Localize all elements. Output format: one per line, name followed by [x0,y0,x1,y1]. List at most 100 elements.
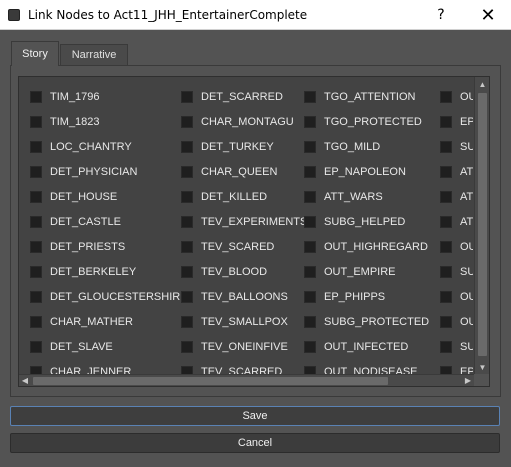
node-checkbox-row[interactable]: DET_TURKEY [181,139,274,155]
node-checkbox-row[interactable]: DET_SLAVE [30,339,113,355]
tab-story[interactable]: Story [11,41,59,66]
node-checkbox-row[interactable]: OU [440,314,473,330]
node-checkbox-row[interactable]: DET_HOUSE [30,189,117,205]
node-checkbox[interactable] [30,191,42,203]
node-checkbox-row[interactable]: EP_ [440,114,473,130]
node-checkbox-row[interactable]: ATT_WARS [304,189,383,205]
node-checkbox-row[interactable]: OUT_HIGHREGARD [304,239,428,255]
node-checkbox-row[interactable]: TEV_SCARRED [181,364,282,374]
node-checkbox[interactable] [304,216,316,228]
node-checkbox[interactable] [304,166,316,178]
node-checkbox-row[interactable]: DET_SCARRED [181,89,283,105]
node-checkbox[interactable] [440,116,452,128]
node-checkbox[interactable] [30,266,42,278]
node-checkbox[interactable] [304,316,316,328]
node-checkbox-row[interactable]: SUI [440,339,473,355]
node-checkbox[interactable] [181,166,193,178]
node-checkbox[interactable] [30,166,42,178]
node-checkbox[interactable] [181,291,193,303]
node-checkbox[interactable] [181,141,193,153]
node-checkbox[interactable] [181,366,193,374]
node-checkbox-row[interactable]: OU [440,89,473,105]
node-checkbox-row[interactable]: ATT [440,214,473,230]
node-checkbox[interactable] [181,216,193,228]
node-checkbox[interactable] [304,141,316,153]
node-checkbox-row[interactable]: ATT [440,189,473,205]
node-checkbox-row[interactable]: DET_PHYSICIAN [30,164,137,180]
node-checkbox-row[interactable]: TEV_BALLOONS [181,289,288,305]
node-checkbox-row[interactable]: SUI [440,139,473,155]
node-checkbox[interactable] [30,216,42,228]
node-checkbox[interactable] [440,141,452,153]
node-checkbox-row[interactable]: SUI [440,264,473,280]
node-checkbox-row[interactable]: TEV_SMALLPOX [181,314,288,330]
save-button[interactable]: Save [10,406,500,426]
node-checkbox[interactable] [304,366,316,374]
node-checkbox[interactable] [181,266,193,278]
scroll-up-arrow-icon[interactable]: ▲ [475,77,489,91]
scroll-right-arrow-icon[interactable]: ▶ [462,374,474,386]
node-checkbox[interactable] [181,116,193,128]
node-checkbox-row[interactable]: TEV_SCARED [181,239,274,255]
node-checkbox[interactable] [30,366,42,374]
help-button[interactable]: ? [418,0,464,30]
node-checkbox-row[interactable]: ATT [440,164,473,180]
node-checkbox-row[interactable]: DET_GLOUCESTERSHIRE [30,289,188,305]
close-button[interactable]: ✕ [465,0,511,30]
node-checkbox-row[interactable]: TGO_MILD [304,139,380,155]
node-checkbox[interactable] [440,316,452,328]
node-checkbox-row[interactable]: TEV_ONEINFIVE [181,339,288,355]
node-checkbox-row[interactable]: CHAR_QUEEN [181,164,277,180]
node-checkbox[interactable] [181,316,193,328]
node-checkbox-row[interactable]: DET_BERKELEY [30,264,136,280]
scroll-down-arrow-icon[interactable]: ▼ [475,360,489,374]
horizontal-scroll-thumb[interactable] [33,377,388,385]
node-checkbox[interactable] [181,241,193,253]
node-checkbox-row[interactable]: TEV_BLOOD [181,264,267,280]
node-checkbox[interactable] [181,91,193,103]
scroll-left-arrow-icon[interactable]: ◀ [19,374,31,386]
node-checkbox-row[interactable]: DET_KILLED [181,189,267,205]
vertical-scroll-thumb[interactable] [478,93,487,356]
node-checkbox[interactable] [30,91,42,103]
node-checkbox-row[interactable]: CHAR_JENNER [30,364,131,374]
node-checkbox-row[interactable]: DET_PRIESTS [30,239,125,255]
node-checkbox[interactable] [440,341,452,353]
node-checkbox-row[interactable]: TIM_1823 [30,114,100,130]
node-checkbox-row[interactable]: LOC_CHANTRY [30,139,132,155]
node-checkbox[interactable] [440,191,452,203]
horizontal-scrollbar[interactable]: ◀ ▶ [19,374,474,386]
node-checkbox-row[interactable]: OUT_NODISEASE [304,364,418,374]
node-checkbox[interactable] [30,141,42,153]
node-checkbox[interactable] [440,241,452,253]
node-checkbox-row[interactable]: SUBG_HELPED [304,214,405,230]
node-checkbox-row[interactable]: TEV_EXPERIMENTS [181,214,307,230]
node-checkbox-row[interactable]: TGO_PROTECTED [304,114,422,130]
node-checkbox-row[interactable]: EP_ [440,364,473,374]
cancel-button[interactable]: Cancel [10,433,500,453]
node-checkbox[interactable] [181,191,193,203]
node-checkbox[interactable] [30,116,42,128]
node-checkbox[interactable] [30,291,42,303]
node-checkbox[interactable] [304,191,316,203]
node-checkbox-row[interactable]: TIM_1796 [30,89,100,105]
node-checkbox-row[interactable]: OUT_EMPIRE [304,264,396,280]
node-checkbox-row[interactable]: DET_CASTLE [30,214,121,230]
node-checkbox-row[interactable]: SUBG_PROTECTED [304,314,429,330]
node-checkbox[interactable] [30,316,42,328]
node-checkbox-row[interactable]: EP_NAPOLEON [304,164,406,180]
node-checkbox-row[interactable]: OU [440,289,473,305]
node-checkbox[interactable] [30,341,42,353]
node-checkbox[interactable] [304,241,316,253]
node-checkbox[interactable] [181,341,193,353]
node-checkbox[interactable] [440,266,452,278]
node-checkbox-row[interactable]: OUT_INFECTED [304,339,408,355]
node-checkbox[interactable] [30,241,42,253]
node-checkbox[interactable] [304,291,316,303]
node-checkbox-row[interactable]: CHAR_MATHER [30,314,133,330]
node-checkbox[interactable] [304,341,316,353]
tab-narrative[interactable]: Narrative [60,44,128,65]
node-checkbox-row[interactable]: EP_PHIPPS [304,289,385,305]
node-checkbox[interactable] [440,216,452,228]
node-checkbox-row[interactable]: CHAR_MONTAGU [181,114,294,130]
